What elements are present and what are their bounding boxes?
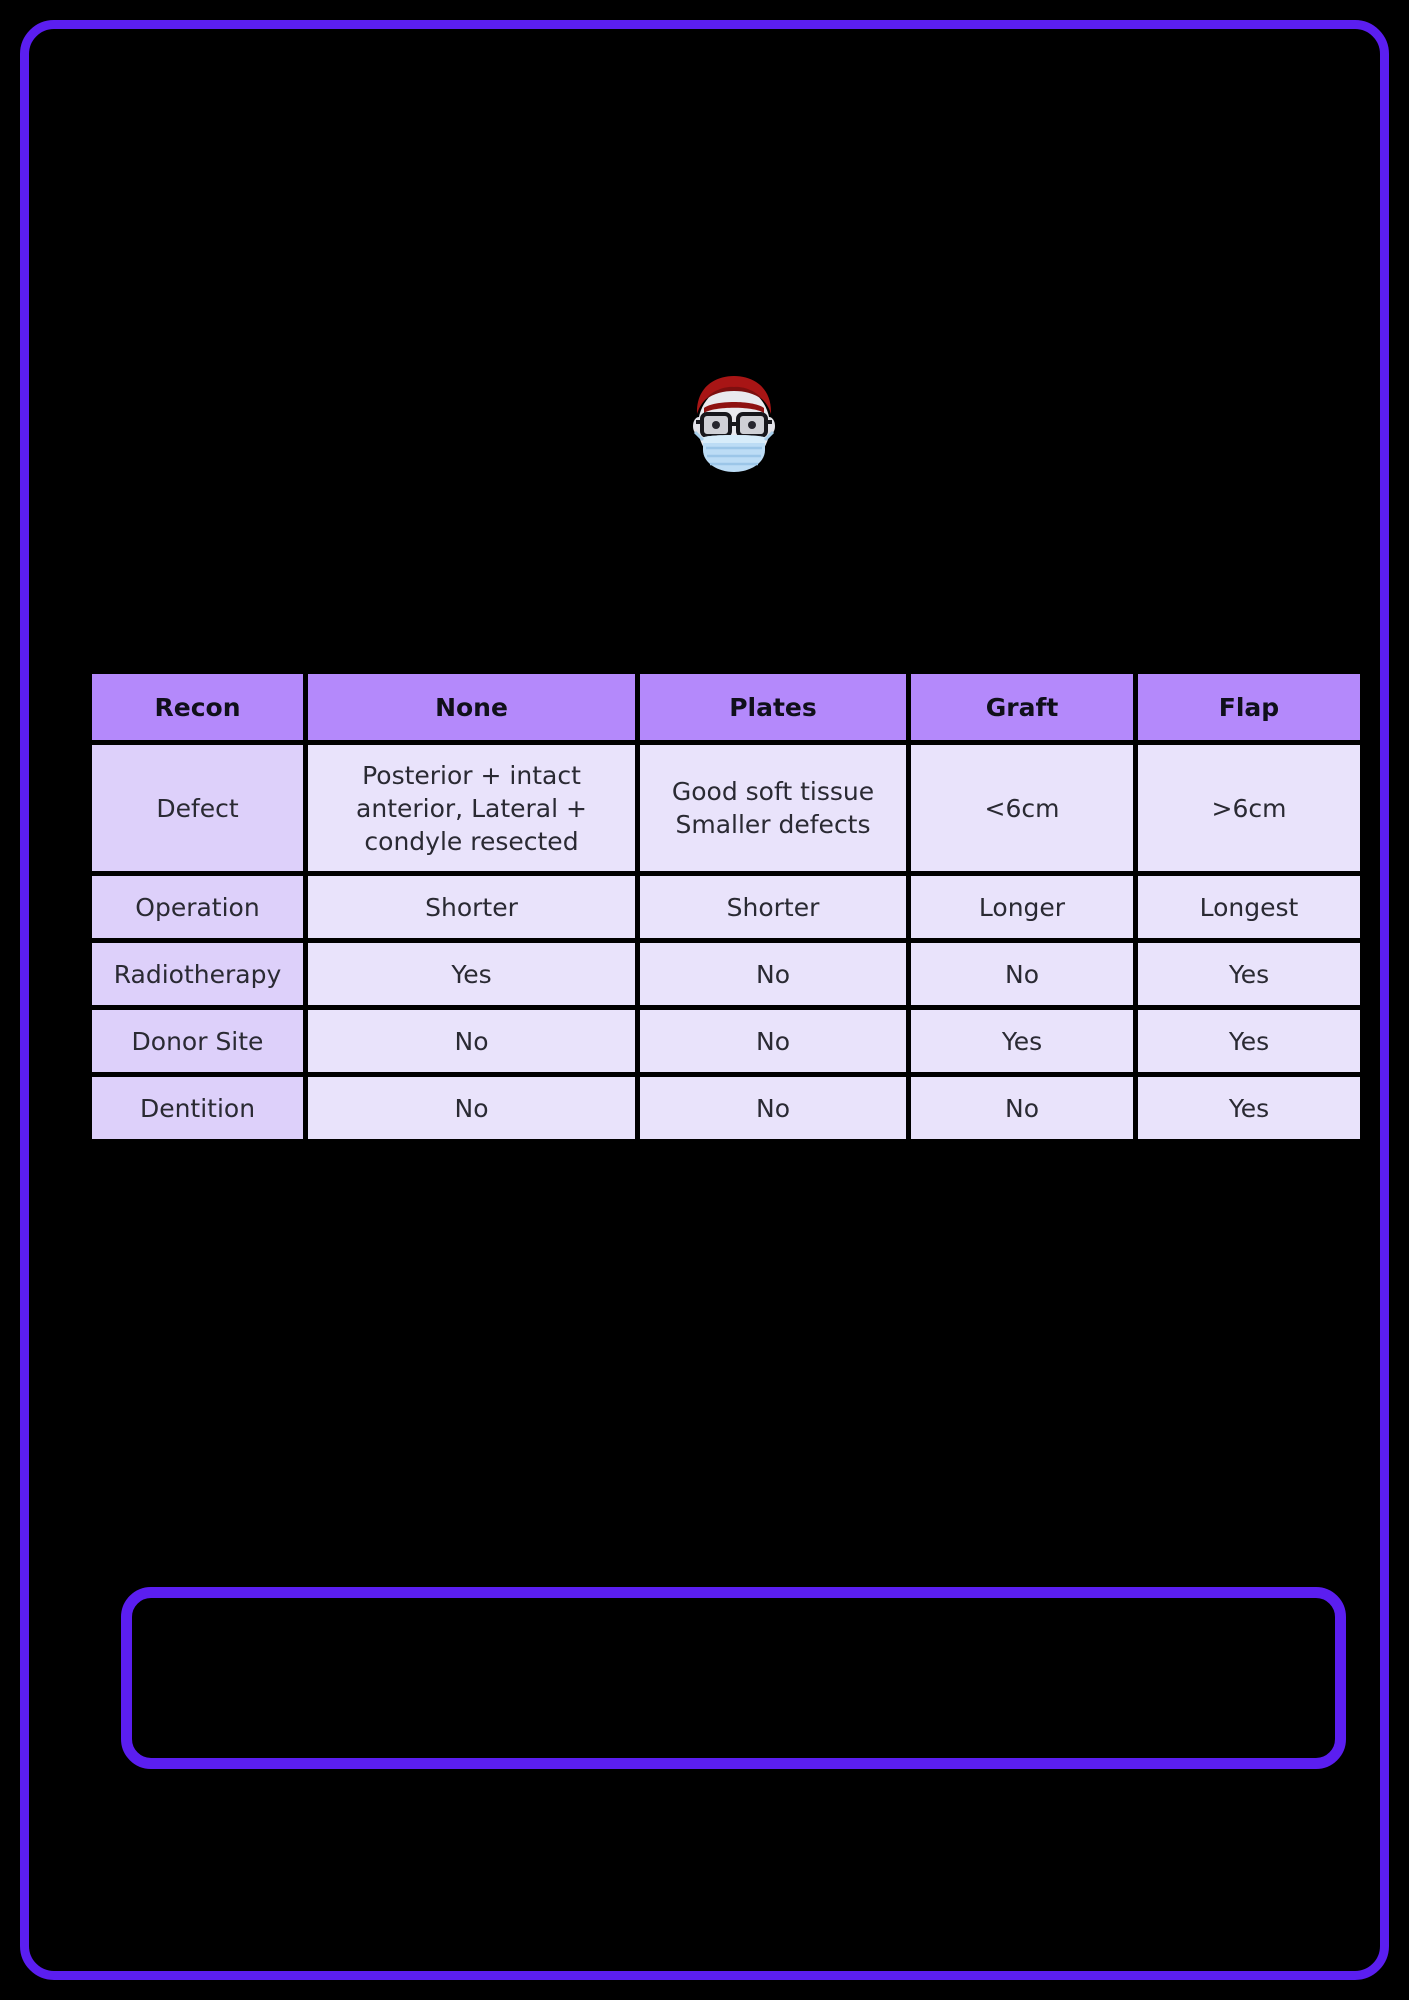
cell-dentition-none: No [308, 1077, 635, 1139]
column-header-none: None [308, 674, 635, 740]
row-header-radiotherapy: Radiotherapy [92, 943, 303, 1005]
person-with-mask-and-glasses-avatar [670, 360, 798, 488]
table-body: Defect Posterior + intact anterior, Late… [92, 745, 1360, 1139]
cell-radiotherapy-plates: No [640, 943, 906, 1005]
cell-operation-plates: Shorter [640, 876, 906, 938]
cell-dentition-graft: No [911, 1077, 1133, 1139]
cell-dentition-flap: Yes [1138, 1077, 1360, 1139]
row-header-defect: Defect [92, 745, 303, 871]
table-row: Operation Shorter Shorter Longer Longest [92, 876, 1360, 938]
cell-donor-site-none: No [308, 1010, 635, 1072]
cell-donor-site-plates: No [640, 1010, 906, 1072]
column-header-flap: Flap [1138, 674, 1360, 740]
table-row: Donor Site No No Yes Yes [92, 1010, 1360, 1072]
cell-operation-flap: Longest [1138, 876, 1360, 938]
table-row: Defect Posterior + intact anterior, Late… [92, 745, 1360, 871]
cell-dentition-plates: No [640, 1077, 906, 1139]
cell-radiotherapy-graft: No [911, 943, 1133, 1005]
table-row: Dentition No No No Yes [92, 1077, 1360, 1139]
table-header-row: Recon None Plates Graft Flap [92, 674, 1360, 740]
cell-defect-graft: <6cm [911, 745, 1133, 871]
cell-line: Posterior + intact [362, 760, 581, 790]
column-header-recon: Recon [92, 674, 303, 740]
cell-donor-site-graft: Yes [911, 1010, 1133, 1072]
table-header: Recon None Plates Graft Flap [92, 674, 1360, 740]
column-header-graft: Graft [911, 674, 1133, 740]
cell-radiotherapy-none: Yes [308, 943, 635, 1005]
cell-line: anterior, Lateral + [356, 793, 587, 823]
reconstruction-comparison-table: Recon None Plates Graft Flap Defect Post… [87, 669, 1365, 1144]
row-header-operation: Operation [92, 876, 303, 938]
cell-defect-plates: Good soft tissue Smaller defects [640, 745, 906, 871]
cell-operation-graft: Longer [911, 876, 1133, 938]
row-header-donor-site: Donor Site [92, 1010, 303, 1072]
slide-frame: Recon None Plates Graft Flap Defect Post… [20, 20, 1389, 1980]
cell-operation-none: Shorter [308, 876, 635, 938]
cell-defect-none: Posterior + intact anterior, Lateral + c… [308, 745, 635, 871]
column-header-plates: Plates [640, 674, 906, 740]
cell-defect-flap: >6cm [1138, 745, 1360, 871]
cell-line: Smaller defects [675, 810, 871, 839]
avatar-svg [693, 376, 775, 472]
empty-content-placeholder-box[interactable] [121, 1587, 1346, 1769]
cell-line: Good soft tissue [671, 777, 875, 806]
cell-donor-site-flap: Yes [1138, 1010, 1360, 1072]
row-header-dentition: Dentition [92, 1077, 303, 1139]
table-row: Radiotherapy Yes No No Yes [92, 943, 1360, 1005]
cell-line: condyle resected [364, 826, 579, 856]
cell-radiotherapy-flap: Yes [1138, 943, 1360, 1005]
